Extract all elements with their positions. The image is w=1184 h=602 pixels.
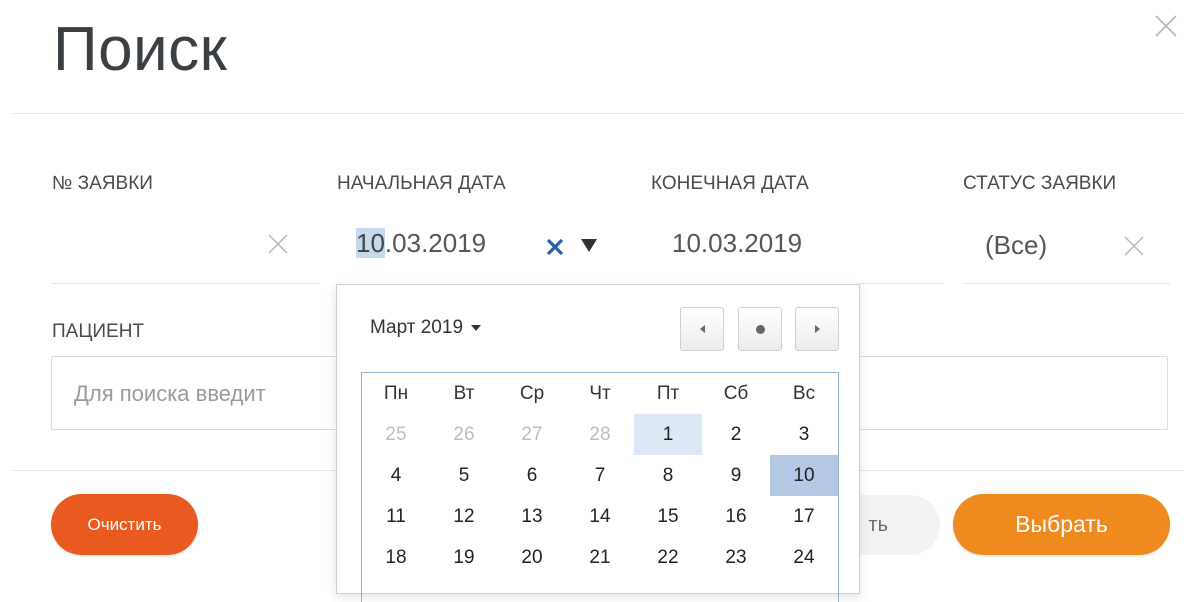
calendar-day[interactable]: 14 bbox=[566, 496, 634, 537]
weekday-header: Чт bbox=[589, 383, 611, 404]
header-divider bbox=[12, 113, 1184, 114]
dialog-title: Поиск bbox=[53, 15, 228, 84]
status-select[interactable]: (Все) bbox=[985, 229, 1047, 261]
close-icon[interactable] bbox=[1152, 12, 1180, 40]
calendar-grid: Пн Вт Ср Чт Пт Сб Вс 25 26 27 28 1 2 3 4 5 6 7 8 9 10 11 12 13… bbox=[361, 372, 839, 602]
calendar-day[interactable]: 11 bbox=[362, 496, 430, 537]
chevron-right-icon bbox=[814, 325, 820, 333]
weekday-header: Вт bbox=[453, 383, 475, 404]
calendar-day[interactable]: 3 bbox=[770, 414, 838, 455]
calendar-day[interactable]: 8 bbox=[634, 455, 702, 496]
prev-month-button[interactable] bbox=[680, 307, 724, 351]
weekday-header: Пн bbox=[383, 383, 409, 404]
calendar-day[interactable]: 18 bbox=[362, 537, 430, 578]
weekday-header-row: Пн Вт Ср Чт Пт Сб Вс bbox=[362, 373, 838, 414]
calendar-day[interactable]: 13 bbox=[498, 496, 566, 537]
weekday-header: Сб bbox=[723, 383, 749, 404]
calendar-day[interactable]: 17 bbox=[770, 496, 838, 537]
calendar-week-row: 25 26 27 28 1 2 3 bbox=[362, 414, 838, 455]
start-date-label: НАЧАЛЬНАЯ ДАТА bbox=[337, 173, 506, 194]
calendar-day[interactable]: 12 bbox=[430, 496, 498, 537]
calendar-day[interactable]: 22 bbox=[634, 537, 702, 578]
calendar-day[interactable]: 15 bbox=[634, 496, 702, 537]
weekday-header: Вс bbox=[792, 383, 816, 404]
clear-button[interactable]: Очистить bbox=[51, 494, 198, 555]
calendar-day[interactable]: 25 bbox=[362, 414, 430, 455]
patient-label: ПАЦИЕНТ bbox=[52, 321, 145, 342]
caret-down-icon bbox=[471, 324, 482, 331]
patient-search-placeholder: Для поиска введит bbox=[74, 381, 266, 406]
calendar-day[interactable]: 26 bbox=[430, 414, 498, 455]
calendar-day[interactable]: 6 bbox=[498, 455, 566, 496]
clear-start-date-icon[interactable] bbox=[544, 236, 566, 258]
month-label: Март 2019 bbox=[370, 317, 464, 338]
calendar-day[interactable]: 9 bbox=[702, 455, 770, 496]
calendar-day[interactable]: 24 bbox=[770, 537, 838, 578]
status-underline bbox=[963, 283, 1170, 284]
calendar-day[interactable]: 2 bbox=[702, 414, 770, 455]
weekday-header: Пт bbox=[656, 383, 680, 404]
end-date-label: КОНЕЧНАЯ ДАТА bbox=[651, 173, 809, 194]
select-button[interactable]: Выбрать bbox=[953, 494, 1170, 555]
next-month-button[interactable] bbox=[795, 307, 839, 351]
calendar-body: 25 26 27 28 1 2 3 4 5 6 7 8 9 10 11 12 13 14 15 16 17 18 19 20 2… bbox=[362, 414, 838, 578]
calendar-day[interactable]: 19 bbox=[430, 537, 498, 578]
calendar-day[interactable]: 20 bbox=[498, 537, 566, 578]
calendar-day-selected[interactable]: 10 bbox=[770, 455, 838, 496]
order-number-label: № ЗАЯВКИ bbox=[52, 173, 153, 194]
calendar-day[interactable]: 4 bbox=[362, 455, 430, 496]
calendar-week-row: 18 19 20 21 22 23 24 bbox=[362, 537, 838, 578]
month-selector[interactable]: Март 2019 bbox=[370, 316, 482, 340]
calendar-day[interactable]: 16 bbox=[702, 496, 770, 537]
calendar-day[interactable]: 1 bbox=[634, 414, 702, 455]
clear-status-icon[interactable] bbox=[1122, 234, 1146, 258]
calendar-day[interactable]: 27 bbox=[498, 414, 566, 455]
order-number-underline bbox=[52, 283, 320, 284]
chevron-left-icon bbox=[699, 325, 705, 333]
end-date-input[interactable]: 10.03.2019 bbox=[672, 227, 802, 259]
calendar-day[interactable]: 28 bbox=[566, 414, 634, 455]
calendar-day[interactable]: 5 bbox=[430, 455, 498, 496]
start-date-selected-part: 10 bbox=[356, 228, 385, 258]
status-label: СТАТУС ЗАЯВКИ bbox=[963, 173, 1117, 194]
clear-order-number-icon[interactable] bbox=[266, 232, 290, 256]
calendar-day[interactable]: 21 bbox=[566, 537, 634, 578]
calendar-day[interactable]: 23 bbox=[702, 537, 770, 578]
calendar-day[interactable]: 7 bbox=[566, 455, 634, 496]
circle-dot-icon bbox=[755, 324, 765, 334]
start-date-input[interactable]: 10.03.2019 bbox=[356, 227, 486, 259]
calendar-week-row: 11 12 13 14 15 16 17 bbox=[362, 496, 838, 537]
weekday-header: Ср bbox=[519, 383, 545, 404]
end-date-underline bbox=[860, 283, 944, 284]
start-date-rest: .03.2019 bbox=[384, 228, 487, 258]
calendar-week-row: 4 5 6 7 8 9 10 bbox=[362, 455, 838, 496]
today-button[interactable] bbox=[738, 307, 782, 351]
start-date-dropdown-icon[interactable] bbox=[578, 235, 600, 255]
